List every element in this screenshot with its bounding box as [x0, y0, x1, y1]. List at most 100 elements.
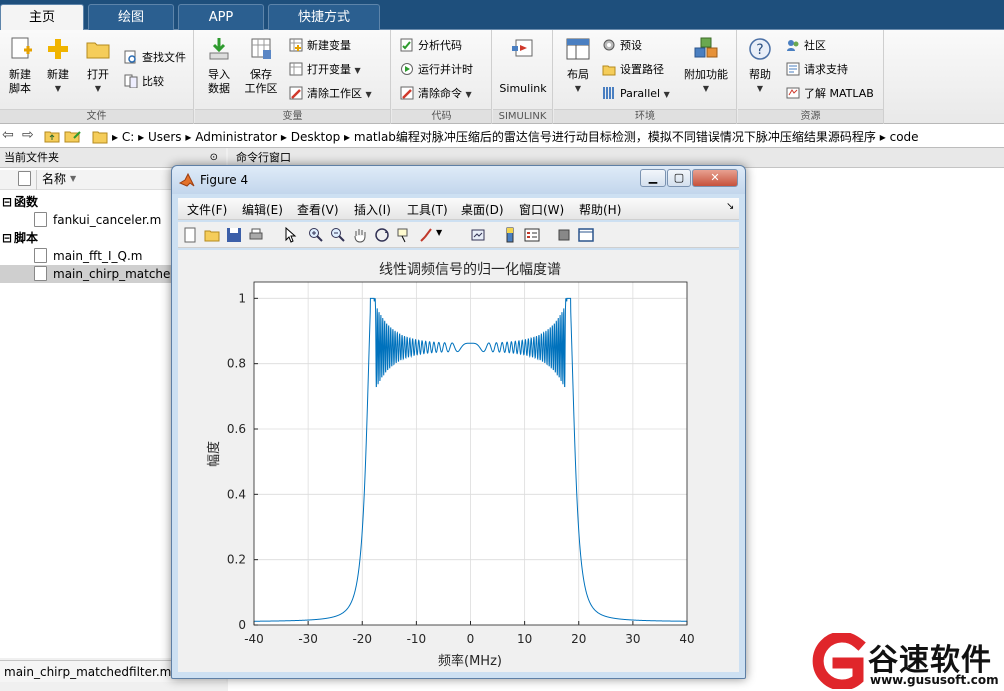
new-button[interactable]: 新建 ▼ [38, 36, 78, 96]
tab-shortcuts[interactable]: 快捷方式 [268, 4, 380, 30]
brush-icon[interactable] [418, 227, 434, 243]
figure-canvas[interactable]: -40 -30 -20 -10 0 10 20 30 40 0 0.2 0.4 0.6 0.8 1 线性调… [178, 250, 739, 672]
help-button[interactable]: ? 帮助 ▼ [740, 36, 780, 96]
chevron-down-icon[interactable]: ▼ [436, 228, 442, 237]
breadcrumb-segment-administrator[interactable]: Administrator [195, 130, 277, 144]
file-name: main_fft_I_Q.m [53, 249, 143, 263]
sort-caret-icon[interactable]: ▼ [70, 170, 76, 188]
x-tick-label: -10 [407, 632, 427, 646]
save-icon[interactable] [226, 227, 242, 243]
figure-menubar: 文件(F) 编辑(E) 查看(V) 插入(I) 工具(T) 桌面(D) 窗口(W… [178, 198, 739, 220]
clear-workspace-button[interactable]: 清除工作区 ▼ [289, 84, 372, 104]
print-icon[interactable] [248, 227, 264, 243]
group-environment: 布局 ▼ 预设 设置路径 Parallel ▼ 附加功能 ▼ 环境 [554, 30, 737, 124]
name-column-header[interactable]: 名称 [42, 170, 66, 188]
group-file: 新建 脚本 新建 ▼ 打开 ▼ 查找文件 比较 文件 [0, 30, 194, 124]
preferences-button[interactable]: 预设 [602, 36, 642, 56]
forward-arrow-icon[interactable]: ⇨ [22, 127, 34, 143]
community-button[interactable]: 社区 [786, 36, 826, 56]
dock-arrow-icon[interactable]: ↘ [726, 201, 734, 212]
tab-plots[interactable]: 绘图 [88, 4, 174, 30]
new-variable-button[interactable]: 新建变量 [289, 36, 351, 56]
find-files-button[interactable]: 查找文件 [124, 48, 186, 68]
back-arrow-icon[interactable]: ⇦ [2, 127, 14, 143]
maximize-button[interactable]: ▢ [667, 169, 691, 187]
y-tick-labels: 0 0.2 0.4 0.6 0.8 1 [227, 291, 246, 632]
breadcrumb-segment-users[interactable]: Users [148, 130, 182, 144]
minimize-button[interactable]: ▁ [640, 169, 666, 187]
show-plot-tools-icon[interactable] [578, 227, 594, 243]
browse-folder-icon[interactable] [64, 129, 82, 143]
y-axis-label: 幅度 [206, 441, 222, 467]
breadcrumb-segment-desktop[interactable]: Desktop [291, 130, 341, 144]
rotate-3d-icon[interactable] [374, 227, 390, 243]
run-and-time-button[interactable]: 运行并计时 [400, 60, 473, 80]
save-workspace-icon [251, 38, 271, 59]
spectrum-chart[interactable]: -40 -30 -20 -10 0 10 20 30 40 0 0.2 0.4 0.6 0.8 1 线性调… [178, 250, 739, 672]
zoom-out-icon[interactable] [330, 227, 346, 243]
clear-commands-button[interactable]: 清除命令 ▼ [400, 84, 472, 104]
brand-url: www.gususoft.com [870, 673, 999, 687]
up-folder-icon[interactable] [44, 129, 60, 143]
open-button[interactable]: 打开 ▼ [78, 36, 118, 96]
menu-window[interactable]: 窗口(W) [519, 201, 564, 218]
new-variable-icon [289, 38, 303, 52]
pan-hand-icon[interactable] [352, 227, 368, 243]
file-type-column-icon [18, 171, 31, 186]
set-path-label: 设置路径 [620, 63, 664, 76]
y-tick-label: 1 [238, 291, 246, 305]
file-name: fankui_canceler.m [53, 213, 162, 227]
close-button[interactable]: ✕ [692, 169, 738, 187]
new-script-button[interactable]: 新建 脚本 [0, 36, 40, 96]
request-support-button[interactable]: 请求支持 [786, 60, 848, 80]
link-plot-icon[interactable] [470, 227, 486, 243]
import-data-button[interactable]: 导入 数据 [199, 36, 239, 96]
layout-button[interactable]: 布局 ▼ [558, 36, 598, 96]
x-tick-label: -20 [352, 632, 372, 646]
compare-button[interactable]: 比较 [124, 72, 164, 92]
legend-icon[interactable] [524, 227, 540, 243]
data-cursor-icon[interactable] [396, 227, 412, 243]
set-path-button[interactable]: 设置路径 [602, 60, 664, 80]
figure-window[interactable]: Figure 4 ▁ ▢ ✕ 文件(F) 编辑(E) 查看(V) 插入(I) 工… [171, 165, 746, 679]
menu-edit[interactable]: 编辑(E) [242, 201, 283, 218]
breadcrumb-segment-code[interactable]: code [890, 130, 919, 144]
hide-plot-tools-icon[interactable] [556, 227, 572, 243]
menu-file[interactable]: 文件(F) [187, 201, 227, 218]
current-folder-title: 当前文件夹 [4, 151, 59, 164]
colorbar-icon[interactable] [502, 227, 518, 243]
breadcrumb-segment-drive[interactable]: C: [122, 130, 134, 144]
parallel-button[interactable]: Parallel ▼ [602, 84, 670, 104]
tab-apps[interactable]: APP [178, 4, 264, 30]
menu-tools[interactable]: 工具(T) [407, 201, 448, 218]
open-variable-button[interactable]: 打开变量 ▼ [289, 60, 361, 80]
save-workspace-button[interactable]: 保存 工作区 [241, 36, 281, 96]
chevron-down-icon: ▼ [54, 84, 62, 93]
tab-home[interactable]: 主页 [0, 4, 84, 31]
menu-insert[interactable]: 插入(I) [354, 201, 391, 218]
analyze-code-button[interactable]: 分析代码 [400, 36, 462, 56]
addons-button[interactable]: 附加功能 ▼ [682, 36, 730, 96]
gear-icon [603, 39, 615, 51]
menu-help[interactable]: 帮助(H) [579, 201, 621, 218]
collapse-icon[interactable]: ⊟ [2, 193, 12, 211]
open-file-icon[interactable] [204, 227, 220, 243]
community-label: 社区 [804, 39, 826, 52]
x-tick-label: 10 [517, 632, 532, 646]
collapse-icon[interactable]: ⊟ [2, 229, 12, 247]
new-script-label: 新建 脚本 [9, 68, 31, 95]
clear-workspace-label: 清除工作区 [307, 87, 362, 100]
breadcrumb[interactable]: ▸ C: ▸ Users ▸ Administrator ▸ Desktop ▸… [112, 128, 919, 145]
simulink-button[interactable]: Simulink [497, 36, 549, 96]
figure-titlebar[interactable]: Figure 4 ▁ ▢ ✕ [172, 166, 745, 194]
group-label-variable: 变量 [195, 109, 390, 123]
learn-matlab-button[interactable]: 了解 MATLAB [786, 84, 874, 104]
menu-view[interactable]: 查看(V) [297, 201, 339, 218]
breadcrumb-segment-project[interactable]: matlab编程对脉冲压缩后的雷达信号进行动目标检测，模拟不同错误情况下脉冲压缩… [354, 130, 876, 144]
new-figure-icon[interactable] [182, 227, 198, 243]
menu-desktop[interactable]: 桌面(D) [461, 201, 504, 218]
pointer-icon[interactable] [282, 227, 298, 243]
zoom-in-icon[interactable] [308, 227, 324, 243]
compare-label: 比较 [142, 75, 164, 88]
simulink-label: Simulink [499, 82, 547, 95]
